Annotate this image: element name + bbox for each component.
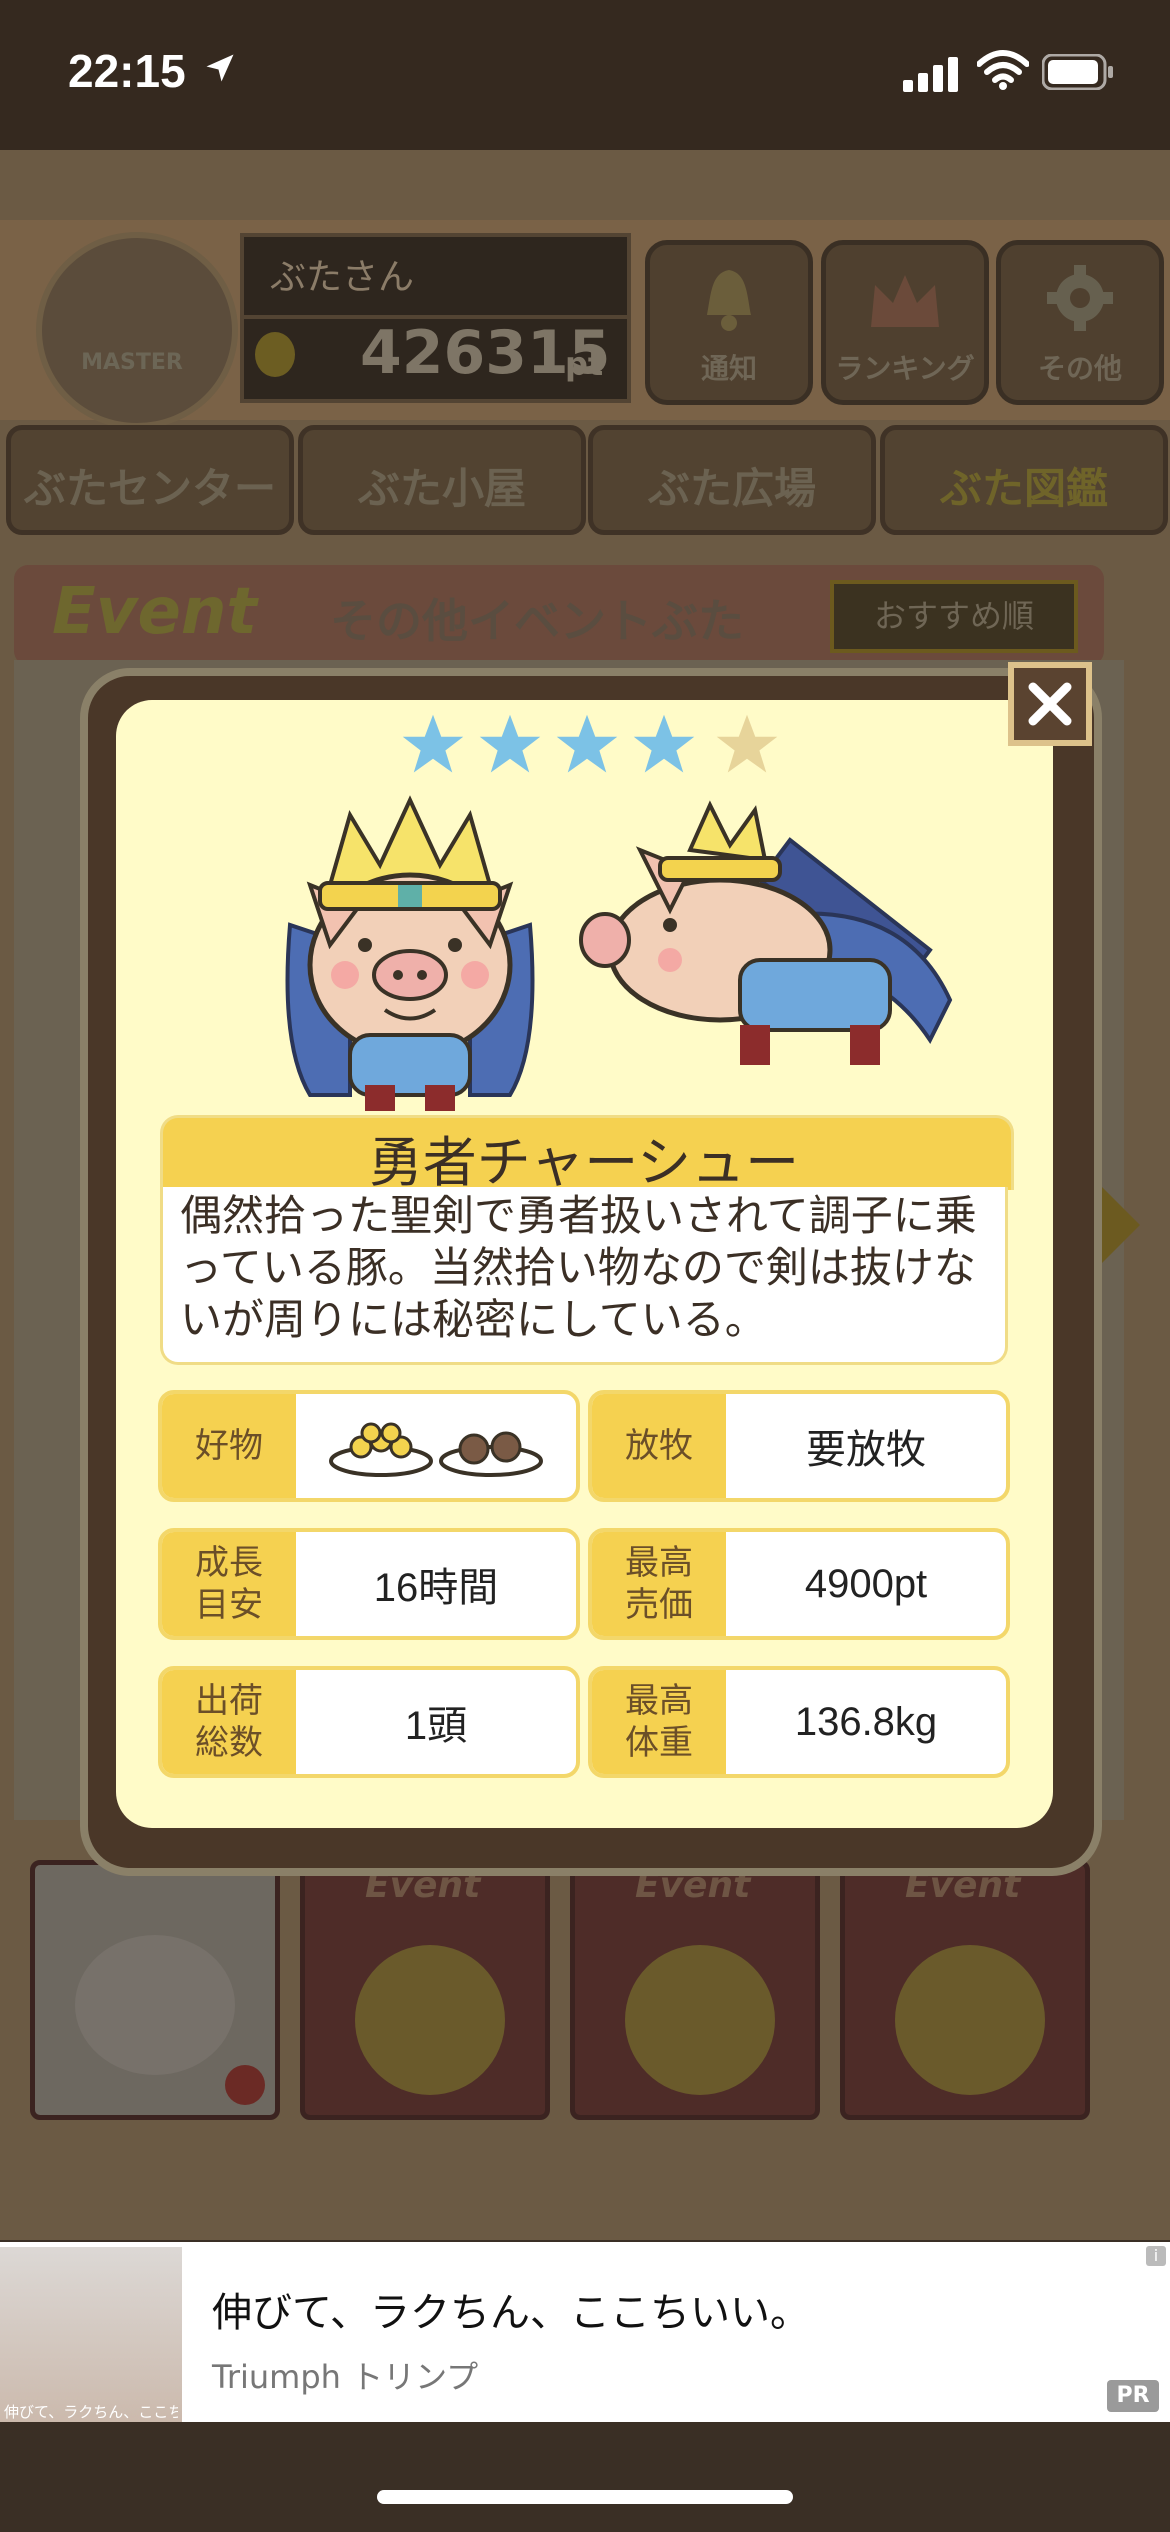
master-badge-label: MASTER (81, 350, 183, 375)
rarity-star-icon (716, 714, 778, 773)
master-badge-avatar[interactable] (36, 232, 238, 429)
cellular-signal-icon (903, 57, 958, 92)
stat-grazing: 放牧 要放牧 (588, 1390, 1010, 1502)
tab-buta-center[interactable]: ぶたセンター (6, 425, 294, 535)
book-collection-main[interactable] (30, 1860, 280, 2120)
event-category-title: その他イベントぶた (330, 594, 744, 648)
pig-description: 偶然拾った聖剣で勇者扱いされて調子に乗っている豚。当然拾い物なので剣は抜けないが… (180, 1191, 977, 1344)
tab-buta-zukan[interactable]: ぶた図鑑 (880, 425, 1168, 535)
points-unit: pt (565, 345, 604, 383)
home-area (0, 2422, 1170, 2532)
stat-value: 1頭 (404, 1704, 468, 1748)
stat-growth-time: 成長 目安 16時間 (158, 1528, 580, 1640)
next-page-arrow-icon[interactable] (1095, 1180, 1145, 1270)
settings-button[interactable]: その他 (996, 240, 1164, 405)
book-event-2[interactable]: Event (570, 1860, 820, 2120)
player-name: ぶたさん (270, 257, 415, 298)
gear-icon (1047, 265, 1113, 331)
stat-favorite-food: 好物 (158, 1390, 580, 1502)
stat-value: 136.8kg (794, 1699, 938, 1744)
ad-info-icon[interactable]: i (1146, 2246, 1166, 2266)
stat-label: 放牧 (592, 1394, 726, 1498)
chestnut-dish-icon (439, 1431, 543, 1477)
alert-badge-icon (225, 2065, 265, 2105)
pig-front-illustration (285, 795, 535, 1111)
pig-face-icon (75, 1935, 235, 2075)
favorite-food-icons (296, 1394, 576, 1498)
calendar-icon (625, 1945, 775, 2095)
event-logo: Event (52, 575, 257, 649)
ad-sponsor[interactable]: Triumph トリンプ (212, 2352, 478, 2398)
pig-name: 勇者チャーシュー (368, 1131, 800, 1194)
book-event-3[interactable]: Event (840, 1860, 1090, 2120)
close-button[interactable] (1008, 662, 1092, 746)
stat-label: 好物 (162, 1394, 296, 1498)
pig-side-illustration (579, 800, 953, 1065)
rarity-star-icon (402, 714, 464, 773)
stat-shipped-count: 出荷 総数 1頭 (158, 1666, 580, 1778)
home-indicator[interactable] (377, 2490, 793, 2504)
stat-label: 出荷 総数 (162, 1670, 296, 1774)
close-icon (1028, 682, 1072, 726)
stat-max-price: 最高 売価 4900pt (588, 1528, 1010, 1640)
ad-image[interactable]: 伸びて、ラクちん、ここちいい。 (0, 2247, 182, 2425)
ad-image-caption: 伸びて、ラクちん、ここちいい。 (4, 2403, 178, 2421)
stat-value: 16時間 (373, 1566, 499, 1610)
stat-label: 最高 体重 (592, 1670, 726, 1774)
stat-value: 要放牧 (806, 1428, 926, 1472)
stat-label: 最高 売価 (592, 1532, 726, 1636)
pig-pair-icon (895, 1945, 1045, 2095)
ad-pr-badge: PR (1107, 2380, 1159, 2412)
bell-icon (707, 270, 751, 331)
rarity-star-icon (479, 714, 541, 773)
tab-buta-goya[interactable]: ぶた小屋 (298, 425, 586, 535)
rarity-star-icon (633, 714, 695, 773)
stat-value: 4900pt (804, 1561, 928, 1606)
rarity-star-icon (556, 714, 618, 773)
wifi-icon (977, 50, 1029, 90)
sort-order-button[interactable]: おすすめ順 (830, 580, 1078, 653)
ranking-button[interactable]: ランキング (821, 240, 989, 405)
crown-icon (871, 275, 939, 327)
tab-buta-hiroba[interactable]: ぶた広場 (588, 425, 876, 535)
status-time: 22:15 (68, 45, 186, 97)
location-arrow-icon (206, 54, 234, 82)
battery-icon (1042, 54, 1113, 90)
ad-title[interactable]: 伸びて、ラクちん、ここちいい。 (212, 2280, 810, 2338)
corn-dish-icon (329, 1422, 433, 1477)
stat-max-weight: 最高 体重 136.8kg (588, 1666, 1010, 1778)
book-event-1[interactable]: Event (300, 1860, 550, 2120)
notification-button[interactable]: 通知 (645, 240, 813, 405)
coin-icon (255, 332, 295, 377)
laurel-pig-icon (355, 1945, 505, 2095)
stat-label: 成長 目安 (162, 1532, 296, 1636)
